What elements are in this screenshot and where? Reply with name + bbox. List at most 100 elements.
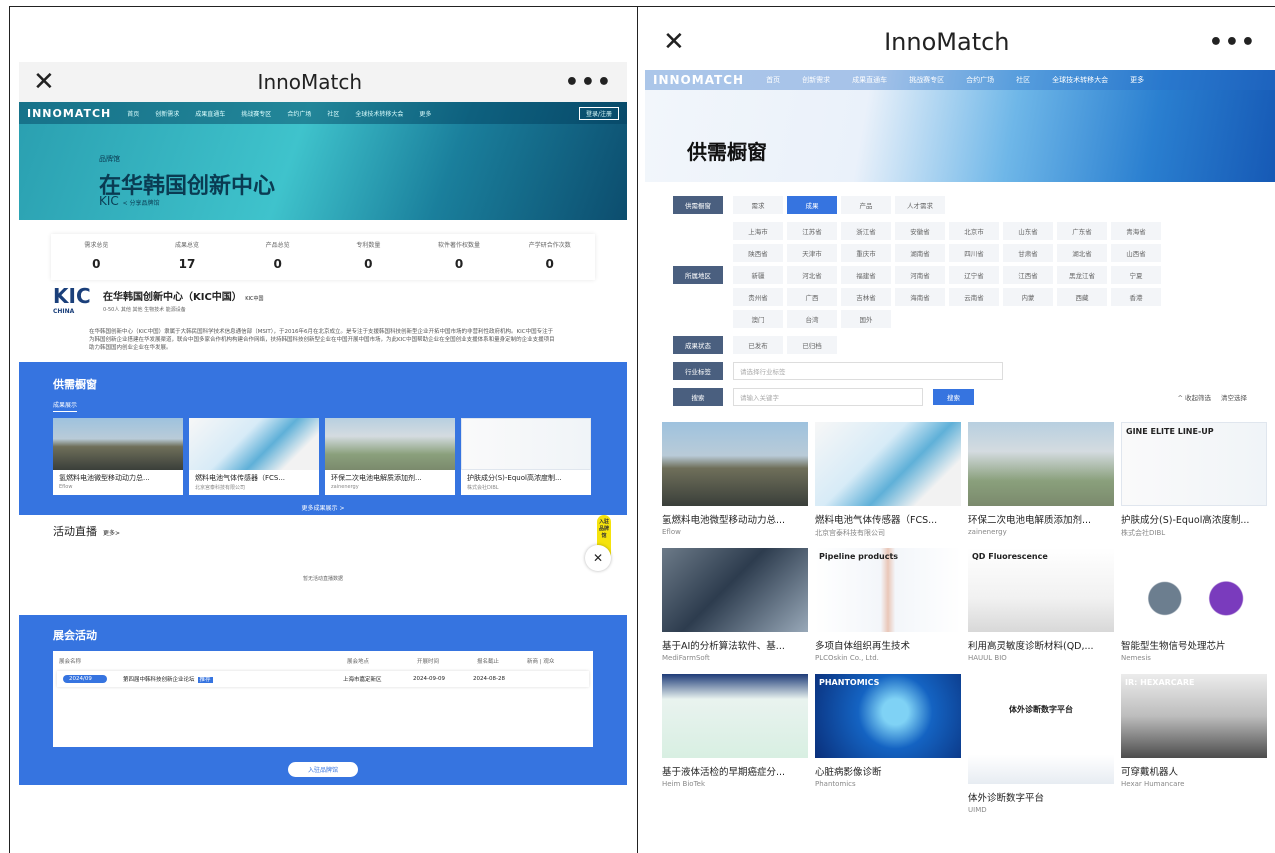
more-options-icon[interactable]: ••• bbox=[565, 70, 613, 95]
result-card[interactable]: 护肤成分(S)-Equol高浓度制... 株式会社DIBL bbox=[461, 418, 591, 495]
filter-chip[interactable]: 已归档 bbox=[787, 336, 837, 354]
more-results-link[interactable]: 更多成果展示 > bbox=[53, 503, 593, 512]
filter-chip[interactable]: 江苏省 bbox=[787, 222, 837, 240]
clear-selection-button[interactable]: 清空选择 bbox=[1221, 392, 1247, 402]
table-row[interactable]: 2024/09 第四届中韩科技创新企业论坛 推荐 上海市嘉定新区 2024-09-… bbox=[57, 671, 589, 687]
nav-item[interactable]: 更多 bbox=[1130, 75, 1144, 85]
filter-chip[interactable]: 广西 bbox=[787, 288, 837, 306]
filter-label: 成果状态 bbox=[673, 336, 723, 354]
more-link[interactable]: 更多> bbox=[103, 530, 120, 537]
filter-chip[interactable]: 北京市 bbox=[949, 222, 999, 240]
result-card[interactable]: 燃料电池气体传感器（FCS... 北京宫泰科技有限公司 bbox=[815, 422, 961, 540]
result-card[interactable]: 燃料电池气体传感器（FCS... 北京宫泰科技有限公司 bbox=[189, 418, 319, 495]
close-icon[interactable]: ✕ bbox=[663, 27, 685, 57]
filter-chip[interactable]: 黑龙江省 bbox=[1057, 266, 1107, 284]
result-card[interactable]: 氢燃料电池微型移动动力总... Eflow bbox=[53, 418, 183, 495]
filter-chip[interactable]: 福建省 bbox=[841, 266, 891, 284]
filter-chip[interactable]: 成果 bbox=[787, 196, 837, 214]
share-link[interactable]: < 分享品牌馆 bbox=[123, 200, 160, 207]
filter-chip[interactable]: 青海省 bbox=[1111, 222, 1161, 240]
search-button[interactable]: 搜索 bbox=[933, 389, 974, 405]
nav-item[interactable]: 全球技术转移大会 bbox=[1052, 75, 1108, 85]
filter-chip[interactable]: 山西省 bbox=[1111, 244, 1161, 262]
filter-chip[interactable]: 台湾 bbox=[787, 310, 837, 328]
result-card[interactable]: IR: HEXARCARE 可穿戴机器人 Hexar Humancare bbox=[1121, 674, 1267, 818]
nav-item[interactable]: 首页 bbox=[127, 109, 139, 118]
nav-item[interactable]: 成果直通车 bbox=[852, 75, 887, 85]
result-card[interactable]: 体外诊断数字平台 体外诊断数字平台 UIMD bbox=[968, 674, 1114, 818]
filter-chip[interactable]: 上海市 bbox=[733, 222, 783, 240]
nav-item[interactable]: 社区 bbox=[327, 109, 339, 118]
card-subtitle: Heim BioTek bbox=[662, 780, 706, 788]
nav-item[interactable]: 更多 bbox=[419, 109, 431, 118]
close-icon[interactable]: ✕ bbox=[585, 545, 611, 571]
filter-chip[interactable]: 内蒙 bbox=[1003, 288, 1053, 306]
filter-chip[interactable]: 已发布 bbox=[733, 336, 783, 354]
filter-chip[interactable]: 澳门 bbox=[733, 310, 783, 328]
nav-item[interactable]: 挑战赛专区 bbox=[241, 109, 271, 118]
filter-chip[interactable]: 河北省 bbox=[787, 266, 837, 284]
result-card[interactable]: 氢燃料电池微型移动动力总... Eflow bbox=[662, 422, 808, 540]
filter-chip[interactable]: 人才需求 bbox=[895, 196, 945, 214]
nav-item[interactable]: 全球技术转移大会 bbox=[355, 109, 403, 118]
stat-item: 需求总览 0 bbox=[84, 242, 109, 271]
filter-chip[interactable]: 产品 bbox=[841, 196, 891, 214]
result-card[interactable]: 环保二次电池电解质添加剂... zainenergy bbox=[325, 418, 455, 495]
filter-chip[interactable]: 国外 bbox=[841, 310, 891, 328]
nav-item[interactable]: 创新需求 bbox=[155, 109, 179, 118]
filter-chip[interactable]: 天津市 bbox=[787, 244, 837, 262]
filter-chip[interactable]: 宁夏 bbox=[1111, 266, 1161, 284]
filter-chip[interactable]: 山东省 bbox=[1003, 222, 1053, 240]
filter-chip[interactable]: 云南省 bbox=[949, 288, 999, 306]
join-brand-button[interactable]: 入驻品牌馆 bbox=[287, 762, 359, 777]
filter-chip[interactable]: 吉林省 bbox=[841, 288, 891, 306]
site-logo[interactable]: INNOMATCH bbox=[27, 107, 111, 120]
login-button[interactable]: 登录/注册 bbox=[578, 106, 619, 120]
filter-chip[interactable]: 新疆 bbox=[733, 266, 783, 284]
filter-chip[interactable]: 陕西省 bbox=[733, 244, 783, 262]
close-icon[interactable]: ✕ bbox=[33, 67, 55, 97]
site-logo[interactable]: INNOMATCH bbox=[653, 73, 744, 87]
filter-chip[interactable]: 湖北省 bbox=[1057, 244, 1107, 262]
nav-item[interactable]: 挑战赛专区 bbox=[909, 75, 944, 85]
collapse-filter-button[interactable]: ^ 收起筛选 bbox=[1177, 392, 1211, 402]
tab-results[interactable]: 成果展示 bbox=[53, 400, 78, 412]
filter-chip[interactable]: 重庆市 bbox=[841, 244, 891, 262]
filter-chip[interactable]: 江西省 bbox=[1003, 266, 1053, 284]
industry-select[interactable]: 请选择行业标签 bbox=[733, 362, 1003, 380]
result-card[interactable]: 智能型生物信号处理芯片 Nemesis bbox=[1121, 548, 1267, 666]
card-image-text: QD Fluorescence bbox=[972, 552, 1048, 561]
filter-chip[interactable]: 四川省 bbox=[949, 244, 999, 262]
result-card[interactable]: 基于AI的分析算法软件、基... MediFarmSoft bbox=[662, 548, 808, 666]
card-subtitle: Hexar Humancare bbox=[1121, 780, 1185, 788]
filter-chip[interactable]: 海南省 bbox=[895, 288, 945, 306]
nav-item[interactable]: 创新需求 bbox=[802, 75, 830, 85]
result-card[interactable]: PHANTOMICS 心脏病影像诊断 Phantomics bbox=[815, 674, 961, 818]
nav-item[interactable]: 成果直通车 bbox=[195, 109, 225, 118]
filter-chip[interactable]: 贵州省 bbox=[733, 288, 783, 306]
filter-chip[interactable]: 香港 bbox=[1111, 288, 1161, 306]
filter-chip[interactable]: 辽宁省 bbox=[949, 266, 999, 284]
result-card[interactable]: 基于液体活检的早期癌症分... Heim BioTek bbox=[662, 674, 808, 818]
nav-item[interactable]: 首页 bbox=[766, 75, 780, 85]
result-card[interactable]: GINE ELITE LINE-UP 护肤成分(S)-Equol高浓度制... 株式… bbox=[1121, 422, 1267, 540]
filter-chip[interactable]: 广东省 bbox=[1057, 222, 1107, 240]
result-card[interactable]: QD Fluorescence 利用高灵敏度诊断材料(QD,... HAUUL BI… bbox=[968, 548, 1114, 666]
events-table: 展会名称 展会地点 开展时间 报名截止 新商 | 观众 2024/09 第四届中韩科… bbox=[53, 651, 593, 747]
filter-chip[interactable]: 西藏 bbox=[1057, 288, 1107, 306]
card-title: 利用高灵敏度诊断材料(QD,... bbox=[968, 641, 1094, 652]
filter-chip[interactable]: 安徽省 bbox=[895, 222, 945, 240]
nav-item[interactable]: 社区 bbox=[1016, 75, 1030, 85]
more-options-icon[interactable]: ••• bbox=[1209, 30, 1257, 55]
filter-chip[interactable]: 河南省 bbox=[895, 266, 945, 284]
filter-chip[interactable]: 湖南省 bbox=[895, 244, 945, 262]
filter-chip[interactable]: 浙江省 bbox=[841, 222, 891, 240]
search-input[interactable]: 请输入关键字 bbox=[733, 388, 923, 406]
result-card[interactable]: Pipeline products 多项自体组织再生技术 PLCOskin Co.,… bbox=[815, 548, 961, 666]
filter-chip[interactable]: 需求 bbox=[733, 196, 783, 214]
result-card[interactable]: 环保二次电池电解质添加剂... zainenergy bbox=[968, 422, 1114, 540]
filter-chip[interactable]: 甘肃省 bbox=[1003, 244, 1053, 262]
card-image bbox=[662, 674, 808, 758]
nav-item[interactable]: 合约广场 bbox=[287, 109, 311, 118]
nav-item[interactable]: 合约广场 bbox=[966, 75, 994, 85]
